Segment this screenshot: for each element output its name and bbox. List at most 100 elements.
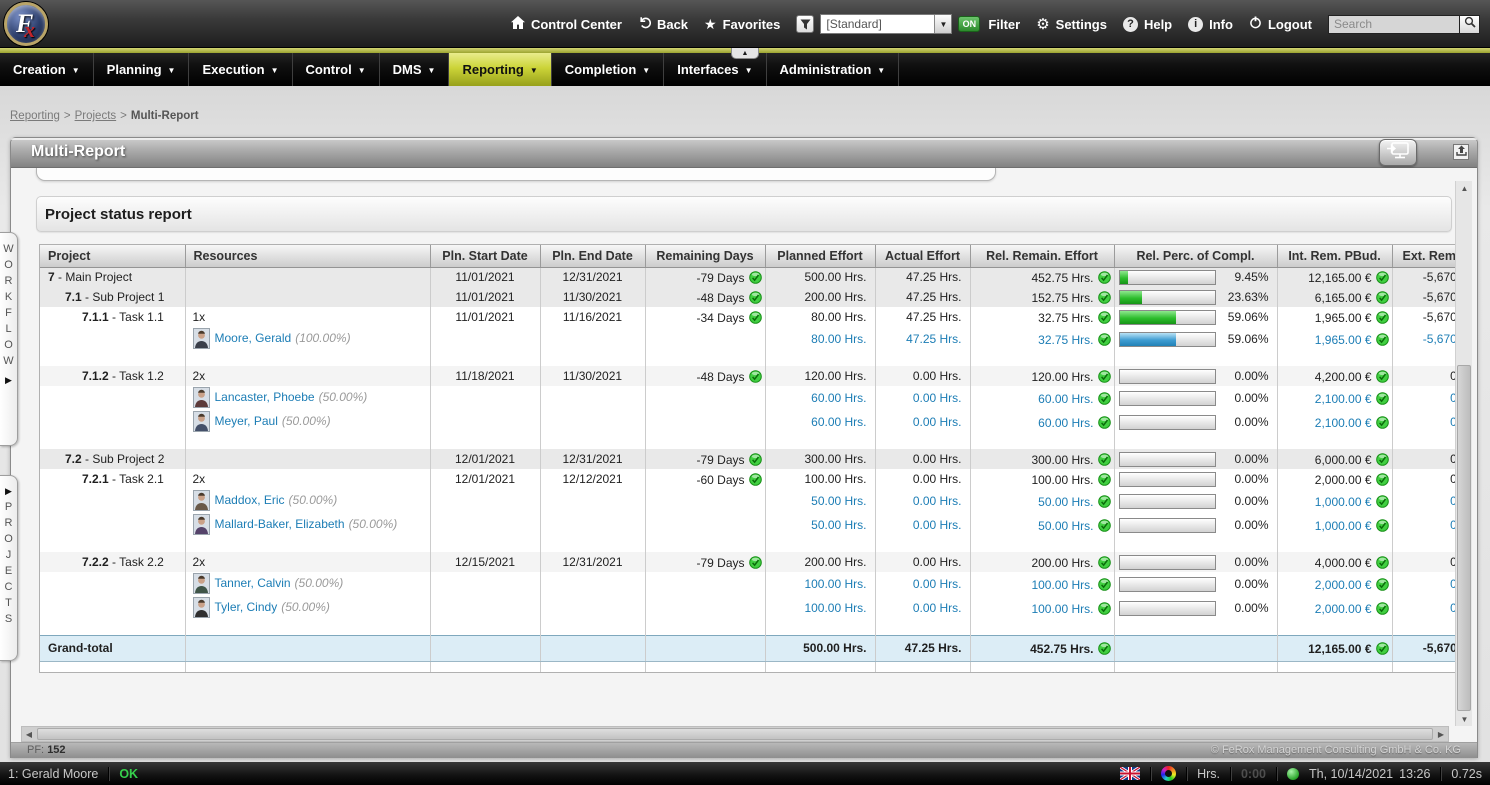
menu-item-administration[interactable]: Administration▼ xyxy=(767,53,900,86)
ok-status-icon xyxy=(1376,556,1389,569)
color-theme-icon[interactable] xyxy=(1161,766,1176,781)
breadcrumb-link-projects[interactable]: Projects xyxy=(75,110,117,122)
completion-progress-bar xyxy=(1119,472,1216,487)
menu-item-control[interactable]: Control▼ xyxy=(293,53,380,86)
resource-row: Mallard-Baker, Elizabeth(50.00%)50.00 Hr… xyxy=(40,513,1456,537)
column-header: Rel. Remain. Effort xyxy=(970,245,1114,267)
completion-progress-bar xyxy=(1119,555,1216,570)
menu-item-reporting[interactable]: Reporting▼ xyxy=(449,53,551,86)
completion-progress-bar xyxy=(1119,415,1216,430)
resource-avatar xyxy=(193,411,210,432)
menubar-items: Creation▼Planning▼Execution▼Control▼DMS▼… xyxy=(0,53,899,86)
ok-status-icon xyxy=(1098,453,1111,466)
time-text: 13:26 xyxy=(1399,767,1430,781)
ok-status-icon xyxy=(1376,392,1389,405)
chevron-down-icon: ▼ xyxy=(745,66,753,75)
collapse-menu-button[interactable]: ▲ xyxy=(731,48,759,59)
resource-row: Lancaster, Phoebe(50.00%)60.00 Hrs.0.00 … xyxy=(40,386,1456,410)
breadcrumb-link-reporting[interactable]: Reporting xyxy=(10,110,60,122)
resource-link[interactable]: Maddox, Eric xyxy=(215,493,285,507)
menu-item-completion[interactable]: Completion▼ xyxy=(552,53,664,86)
copyright-text: © FeRox Management Consulting GmbH & Co.… xyxy=(1211,744,1461,756)
ok-status-icon xyxy=(749,473,762,486)
resource-link[interactable]: Tyler, Cindy xyxy=(215,600,278,614)
resource-row: Tanner, Calvin(50.00%)100.00 Hrs.0.00 Hr… xyxy=(40,572,1456,596)
vertical-scroll-thumb[interactable] xyxy=(1457,365,1471,711)
divider xyxy=(1440,767,1441,781)
workflow-flyout-tab[interactable]: WORKFLOW ▶ xyxy=(0,232,18,446)
vertical-scrollbar[interactable]: ▲ ▼ xyxy=(1455,181,1472,726)
menu-item-label: Execution xyxy=(202,62,264,77)
ok-status-icon xyxy=(1376,519,1389,532)
status-ok-text: OK xyxy=(119,767,138,781)
logout-button[interactable]: Logout xyxy=(1249,16,1312,32)
horizontal-scrollbar[interactable]: ◀ ▶ xyxy=(21,726,1449,742)
table-header-row: ProjectResourcesPln. Start DatePln. End … xyxy=(40,245,1456,267)
ok-status-icon xyxy=(1098,556,1111,569)
expand-right-icon: ▶ xyxy=(5,375,12,386)
back-button[interactable]: Back xyxy=(638,16,688,32)
menu-item-label: Interfaces xyxy=(677,62,738,77)
menu-item-creation[interactable]: Creation▼ xyxy=(0,53,94,86)
search-icon xyxy=(1464,15,1476,33)
menu-item-planning[interactable]: Planning▼ xyxy=(94,53,190,86)
menu-item-label: Administration xyxy=(780,62,872,77)
scroll-left-button[interactable]: ◀ xyxy=(22,727,36,741)
topbar: F x Control Center Back ★ Favorites [Sta… xyxy=(0,0,1490,48)
ok-status-icon xyxy=(749,370,762,383)
divider xyxy=(108,767,109,781)
menu-item-dms[interactable]: DMS▼ xyxy=(380,53,450,86)
control-center-button[interactable]: Control Center xyxy=(511,16,622,32)
settings-button[interactable]: ⚙ Settings xyxy=(1036,17,1107,32)
resource-link[interactable]: Moore, Gerald xyxy=(215,331,292,345)
favorites-button[interactable]: ★ Favorites xyxy=(704,16,780,33)
projects-flyout-tab[interactable]: ▶ PROJECTS xyxy=(0,475,18,661)
scroll-down-button[interactable]: ▼ xyxy=(1456,712,1473,726)
menu-item-label: Creation xyxy=(13,62,66,77)
filter-on-toggle[interactable]: ON xyxy=(958,16,980,32)
presentation-mode-button[interactable] xyxy=(1379,139,1417,166)
unit-label: Hrs. xyxy=(1197,767,1220,781)
info-label: Info xyxy=(1209,17,1233,32)
table-row: 7.1.1 - Task 1.11x11/01/202111/16/2021-3… xyxy=(40,307,1456,327)
app-logo[interactable]: F x xyxy=(4,2,48,46)
ok-status-icon xyxy=(1376,291,1389,304)
horizontal-scroll-thumb[interactable] xyxy=(37,728,1433,740)
table-row: 7.1.2 - Task 1.22x11/18/202111/30/2021-4… xyxy=(40,366,1456,386)
power-icon xyxy=(1249,16,1262,32)
help-button[interactable]: ? Help xyxy=(1123,17,1172,32)
menu-item-execution[interactable]: Execution▼ xyxy=(189,53,292,86)
star-icon: ★ xyxy=(704,16,717,33)
scroll-up-button[interactable]: ▲ xyxy=(1456,181,1473,195)
maximize-button[interactable] xyxy=(1453,144,1469,160)
info-button[interactable]: i Info xyxy=(1188,17,1233,32)
search-input[interactable] xyxy=(1328,15,1460,34)
resource-link[interactable]: Meyer, Paul xyxy=(215,414,278,428)
ok-status-icon xyxy=(1098,473,1111,486)
column-header: Project xyxy=(40,245,185,267)
allocation-percent: (50.00%) xyxy=(349,517,398,531)
ok-status-icon xyxy=(1376,602,1389,615)
filter-preset-select[interactable]: [Standard] ▼ xyxy=(820,14,952,34)
ok-status-icon xyxy=(1098,642,1111,655)
scroll-right-button[interactable]: ▶ xyxy=(1434,727,1448,741)
report-scroll-area: Project status report ProjectResourcesPl… xyxy=(11,168,1477,726)
resource-link[interactable]: Mallard-Baker, Elizabeth xyxy=(215,517,345,531)
chevron-down-icon: ▼ xyxy=(934,15,951,33)
allocation-percent: (50.00%) xyxy=(295,576,344,590)
ok-status-icon xyxy=(1098,333,1111,346)
table-row: 7.2 - Sub Project 212/01/202112/31/2021-… xyxy=(40,449,1456,469)
resource-link[interactable]: Tanner, Calvin xyxy=(215,576,291,590)
completion-progress-bar xyxy=(1119,310,1216,325)
breadcrumb-separator: > xyxy=(64,110,71,122)
ok-status-icon xyxy=(1376,642,1389,655)
resource-link[interactable]: Lancaster, Phoebe xyxy=(215,390,315,404)
resource-avatar xyxy=(193,597,210,618)
menu-item-label: Planning xyxy=(107,62,162,77)
spacer-row xyxy=(40,351,1456,366)
search-button[interactable] xyxy=(1460,15,1480,34)
filter-funnel-icon[interactable] xyxy=(796,15,814,33)
chevron-down-icon: ▼ xyxy=(642,66,650,75)
language-flag-icon[interactable] xyxy=(1120,767,1140,780)
divider xyxy=(1150,767,1151,781)
